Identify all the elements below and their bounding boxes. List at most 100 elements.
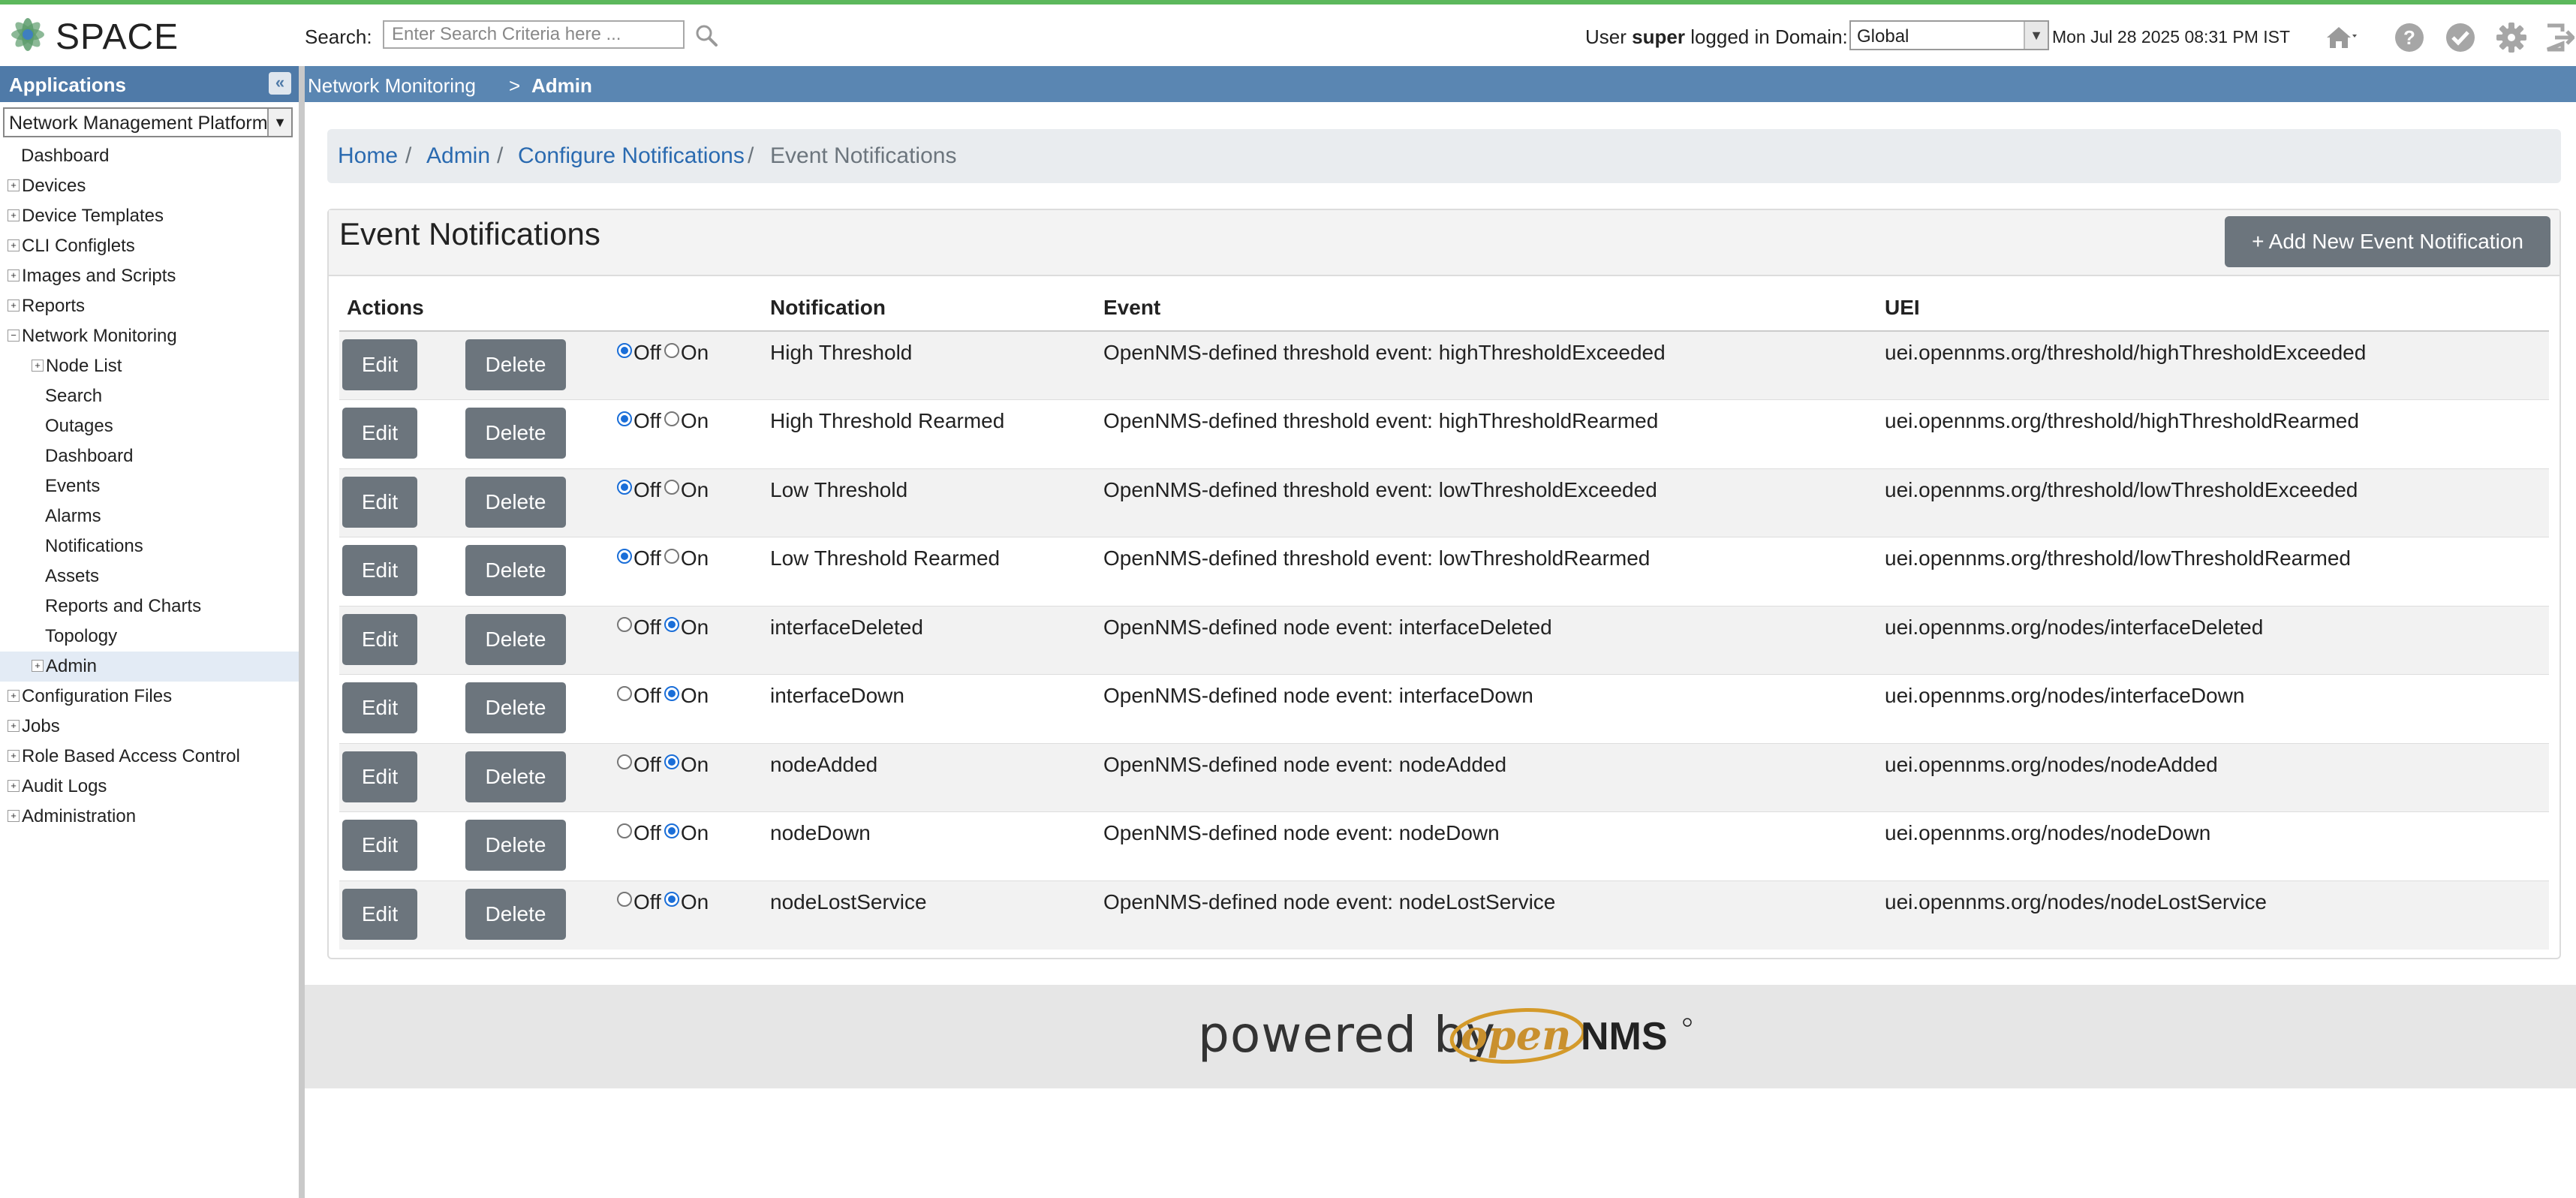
off-radio[interactable] xyxy=(617,617,632,633)
tree-item-reports[interactable]: + Reports xyxy=(0,291,299,321)
expand-icon[interactable]: + xyxy=(8,719,20,732)
gear-icon[interactable] xyxy=(2495,21,2528,54)
delete-button[interactable]: Delete xyxy=(465,613,566,665)
edit-button[interactable]: Edit xyxy=(342,751,417,802)
delete-button[interactable]: Delete xyxy=(465,751,566,802)
tree-item-cli-configlets[interactable]: + CLI Configlets xyxy=(0,231,299,261)
on-label: On xyxy=(680,409,709,432)
expand-icon[interactable]: + xyxy=(32,359,44,372)
edit-button[interactable]: Edit xyxy=(342,545,417,596)
breadcrumb-home-link[interactable]: Home xyxy=(338,143,398,169)
collapse-icon[interactable]: − xyxy=(8,329,20,342)
off-radio[interactable] xyxy=(617,548,632,564)
platform-select[interactable]: Network Management Platform ▼ xyxy=(3,107,293,137)
delete-button[interactable]: Delete xyxy=(465,888,566,940)
tree-item-node-list[interactable]: + Node List xyxy=(0,351,299,381)
search-input[interactable] xyxy=(383,20,685,49)
on-radio[interactable] xyxy=(664,411,679,426)
on-radio[interactable] xyxy=(664,685,679,701)
notification-cell: Low Threshold Rearmed xyxy=(763,537,1096,606)
off-radio[interactable] xyxy=(617,754,632,770)
tree-item-dashboard[interactable]: Dashboard xyxy=(0,441,299,471)
edit-button[interactable]: Edit xyxy=(342,476,417,528)
tree-item-reports-and-charts[interactable]: Reports and Charts xyxy=(0,591,299,622)
breadcrumb-admin-link[interactable]: Admin xyxy=(426,143,490,169)
tree-item-label: Images and Scripts xyxy=(22,266,176,286)
off-radio[interactable] xyxy=(617,411,632,426)
tree-item-admin[interactable]: + Admin xyxy=(0,652,299,682)
on-radio[interactable] xyxy=(664,342,679,358)
tree-item-images-and-scripts[interactable]: + Images and Scripts xyxy=(0,261,299,291)
uei-cell: uei.opennms.org/nodes/nodeAdded xyxy=(1877,742,2549,812)
tree-item-audit-logs[interactable]: + Audit Logs xyxy=(0,772,299,802)
edit-button[interactable]: Edit xyxy=(342,339,417,390)
off-radio[interactable] xyxy=(617,685,632,701)
expand-icon[interactable]: + xyxy=(8,239,20,251)
check-icon[interactable] xyxy=(2444,21,2477,54)
edit-cell: Edit xyxy=(339,468,458,537)
on-radio[interactable] xyxy=(664,823,679,838)
expand-icon[interactable]: + xyxy=(8,749,20,762)
delete-button[interactable]: Delete xyxy=(465,339,566,390)
tree-item-dashboard[interactable]: Dashboard xyxy=(0,141,299,171)
tree-item-administration[interactable]: + Administration xyxy=(0,802,299,832)
breadcrumb-current: Event Notifications xyxy=(770,143,957,168)
delete-button[interactable]: Delete xyxy=(465,408,566,459)
edit-button[interactable]: Edit xyxy=(342,888,417,940)
off-radio[interactable] xyxy=(617,480,632,495)
tree-item-label: Devices xyxy=(22,176,86,196)
on-radio[interactable] xyxy=(664,548,679,564)
off-radio[interactable] xyxy=(617,342,632,358)
crumb-parent[interactable]: Network Monitoring xyxy=(308,74,476,98)
collapse-panel-icon[interactable]: « xyxy=(269,72,291,95)
tree-item-topology[interactable]: Topology xyxy=(0,622,299,652)
tree-item-notifications[interactable]: Notifications xyxy=(0,531,299,561)
tree-item-label: Device Templates xyxy=(22,206,164,226)
page-title: Event Notifications xyxy=(339,216,600,251)
on-radio[interactable] xyxy=(664,617,679,633)
tree-item-network-monitoring[interactable]: − Network Monitoring xyxy=(0,321,299,351)
delete-button[interactable]: Delete xyxy=(465,476,566,528)
edit-button[interactable]: Edit xyxy=(342,820,417,871)
edit-button[interactable]: Edit xyxy=(342,408,417,459)
notification-cell: nodeLostService xyxy=(763,880,1096,950)
home-icon[interactable] xyxy=(2324,21,2357,54)
on-radio[interactable] xyxy=(664,480,679,495)
tree-item-jobs[interactable]: + Jobs xyxy=(0,712,299,742)
off-radio[interactable] xyxy=(617,823,632,838)
expand-icon[interactable]: + xyxy=(8,809,20,822)
tree-item-alarms[interactable]: Alarms xyxy=(0,501,299,531)
on-radio[interactable] xyxy=(664,754,679,770)
tree-item-devices[interactable]: + Devices xyxy=(0,171,299,201)
edit-button[interactable]: Edit xyxy=(342,682,417,733)
uei-cell: uei.opennms.org/threshold/lowThresholdEx… xyxy=(1877,468,2549,537)
edit-button[interactable]: Edit xyxy=(342,613,417,665)
expand-icon[interactable]: + xyxy=(32,659,44,672)
logout-icon[interactable] xyxy=(2544,21,2574,54)
on-label: On xyxy=(680,752,709,776)
expand-icon[interactable]: + xyxy=(8,299,20,312)
breadcrumb-configure-notifications-link[interactable]: Configure Notifications xyxy=(518,143,745,169)
search-icon[interactable] xyxy=(694,23,719,48)
tree-item-outages[interactable]: Outages xyxy=(0,411,299,441)
tree-item-assets[interactable]: Assets xyxy=(0,561,299,591)
expand-icon[interactable]: + xyxy=(8,209,20,221)
add-new-event-notification-button[interactable]: + Add New Event Notification xyxy=(2225,216,2550,267)
domain-select[interactable]: Global ▼ xyxy=(1849,20,2049,50)
off-radio[interactable] xyxy=(617,892,632,908)
expand-icon[interactable]: + xyxy=(8,269,20,281)
delete-button[interactable]: Delete xyxy=(465,820,566,871)
notification-cell: nodeAdded xyxy=(763,742,1096,812)
expand-icon[interactable]: + xyxy=(8,689,20,702)
tree-item-search[interactable]: Search xyxy=(0,381,299,411)
tree-item-configuration-files[interactable]: + Configuration Files xyxy=(0,682,299,712)
tree-item-role-based-access-control[interactable]: + Role Based Access Control xyxy=(0,742,299,772)
tree-item-events[interactable]: Events xyxy=(0,471,299,501)
tree-item-device-templates[interactable]: + Device Templates xyxy=(0,201,299,231)
help-icon[interactable]: ? xyxy=(2393,21,2426,54)
expand-icon[interactable]: + xyxy=(8,779,20,792)
delete-button[interactable]: Delete xyxy=(465,545,566,596)
expand-icon[interactable]: + xyxy=(8,179,20,191)
on-radio[interactable] xyxy=(664,892,679,908)
delete-button[interactable]: Delete xyxy=(465,682,566,733)
